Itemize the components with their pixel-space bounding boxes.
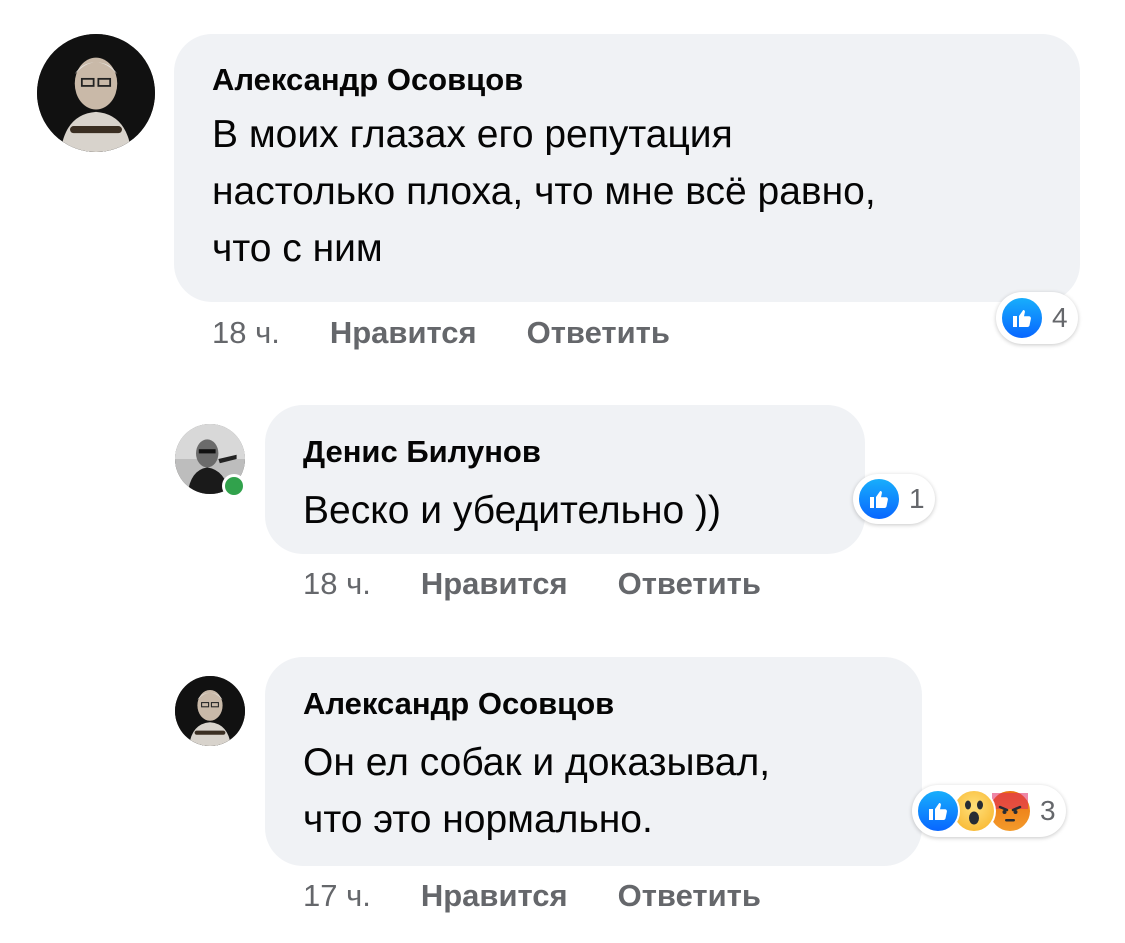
reaction-count: 1	[909, 483, 925, 514]
avatar[interactable]	[175, 676, 245, 746]
comment-text: Он ел собак и доказывал, что это нормаль…	[303, 741, 771, 841]
like-button[interactable]: Нравится	[330, 315, 477, 350]
reaction-count: 3	[1040, 795, 1056, 826]
avatar-photo	[37, 34, 155, 152]
comment-meta: 18 ч. Нравится Ответить	[303, 566, 761, 602]
comment-time[interactable]: 17 ч.	[303, 878, 371, 913]
reply-button[interactable]: Ответить	[618, 566, 761, 601]
like-icon	[916, 789, 960, 833]
reply-button[interactable]: Ответить	[618, 878, 761, 913]
comment-author[interactable]: Денис Билунов	[303, 434, 541, 470]
like-button[interactable]: Нравится	[421, 566, 568, 601]
online-status-dot	[222, 474, 246, 498]
reaction-summary[interactable]: 4	[996, 292, 1078, 344]
reaction-count: 4	[1052, 302, 1068, 333]
comment-meta: 18 ч. Нравится Ответить	[212, 315, 670, 351]
comment-text: В моих глазах его репутация настолько пл…	[212, 113, 876, 270]
like-icon	[857, 477, 901, 521]
avatar-photo	[175, 676, 245, 746]
like-icon	[1000, 296, 1044, 340]
avatar[interactable]	[37, 34, 155, 152]
like-button[interactable]: Нравится	[421, 878, 568, 913]
comment-meta: 17 ч. Нравится Ответить	[303, 878, 761, 914]
comment-time[interactable]: 18 ч.	[212, 315, 280, 350]
comment-text: Веско и убедительно ))	[303, 489, 721, 532]
reaction-summary[interactable]: 1	[853, 474, 935, 524]
reaction-summary[interactable]: 3	[912, 785, 1066, 837]
comment-author[interactable]: Александр Осовцов	[303, 686, 614, 722]
comment-time[interactable]: 18 ч.	[303, 566, 371, 601]
comment-author[interactable]: Александр Осовцов	[212, 62, 523, 98]
reply-button[interactable]: Ответить	[527, 315, 670, 350]
